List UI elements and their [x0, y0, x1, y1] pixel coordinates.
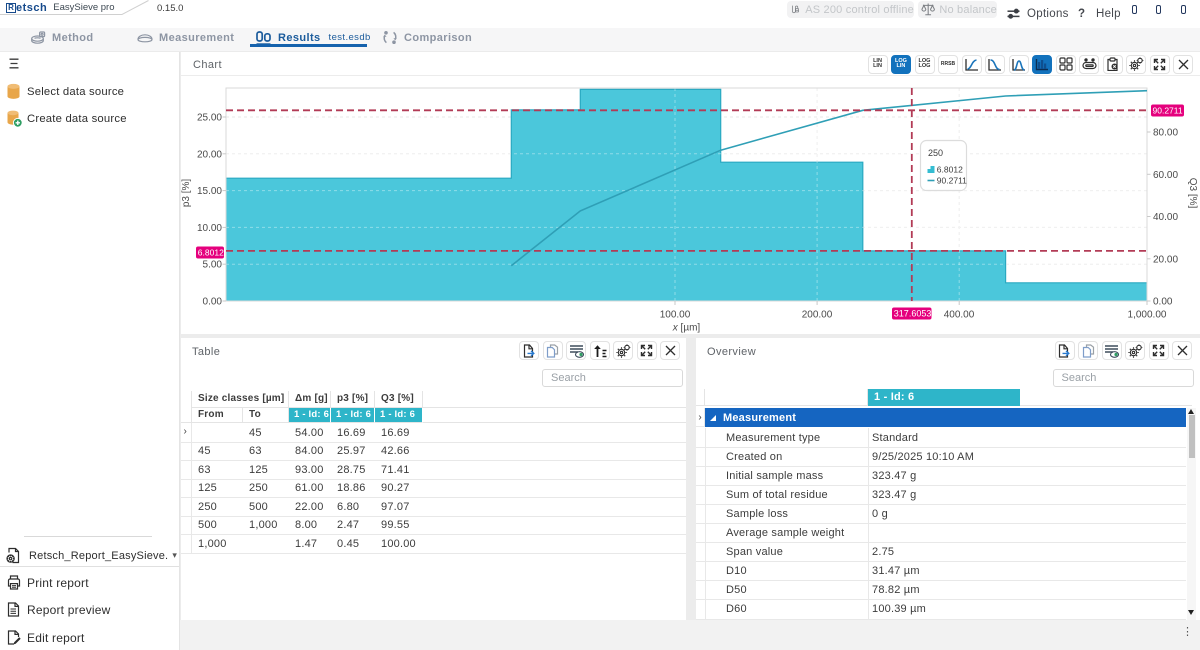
svg-text:6.8012: 6.8012 — [937, 165, 963, 175]
svg-text:Q3 [%]: Q3 [%] — [1187, 178, 1198, 209]
svg-text:200.00: 200.00 — [802, 310, 833, 321]
svg-text:20.00: 20.00 — [1153, 254, 1178, 265]
svg-text:x [µm]: x [µm] — [672, 323, 701, 334]
svg-text:p3 [%]: p3 [%] — [181, 179, 192, 208]
svg-text:80.00: 80.00 — [1153, 128, 1178, 139]
svg-text:317.6053: 317.6053 — [894, 309, 932, 319]
svg-text:90.2711: 90.2711 — [1153, 105, 1183, 115]
svg-text:100.00: 100.00 — [660, 310, 691, 321]
svg-text:0.00: 0.00 — [1153, 297, 1173, 308]
svg-text:250: 250 — [928, 148, 943, 158]
svg-text:60.00: 60.00 — [1153, 170, 1178, 181]
svg-text:15.00: 15.00 — [197, 186, 222, 197]
svg-text:90.2711: 90.2711 — [937, 176, 967, 186]
svg-text:5.00: 5.00 — [203, 260, 223, 271]
svg-text:40.00: 40.00 — [1153, 212, 1178, 223]
svg-text:400.00: 400.00 — [944, 310, 975, 321]
svg-text:6.8012: 6.8012 — [198, 247, 224, 257]
svg-text:1,000.00: 1,000.00 — [1128, 310, 1167, 321]
svg-text:25.00: 25.00 — [197, 113, 222, 124]
svg-text:20.00: 20.00 — [197, 149, 222, 160]
svg-text:0.00: 0.00 — [203, 297, 223, 308]
svg-text:10.00: 10.00 — [197, 223, 222, 234]
